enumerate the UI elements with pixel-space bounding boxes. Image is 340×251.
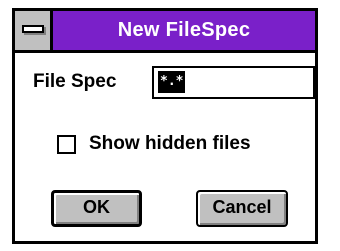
title-bar[interactable]: New FileSpec — [15, 11, 315, 53]
show-hidden-files-checkbox[interactable] — [57, 135, 76, 154]
new-filespec-dialog: New FileSpec File Spec *.* Show hidden f… — [12, 8, 318, 244]
file-spec-value: *.* — [158, 71, 186, 93]
system-menu-button[interactable] — [15, 11, 53, 50]
dialog-title: New FileSpec — [117, 19, 251, 41]
show-hidden-files-label[interactable]: Show hidden files — [89, 133, 251, 155]
system-menu-icon — [22, 25, 44, 33]
ok-button[interactable]: OK — [51, 190, 142, 227]
file-spec-input[interactable]: *.* — [152, 66, 315, 99]
cancel-button[interactable]: Cancel — [196, 190, 288, 227]
file-spec-label: File Spec — [33, 71, 117, 92]
